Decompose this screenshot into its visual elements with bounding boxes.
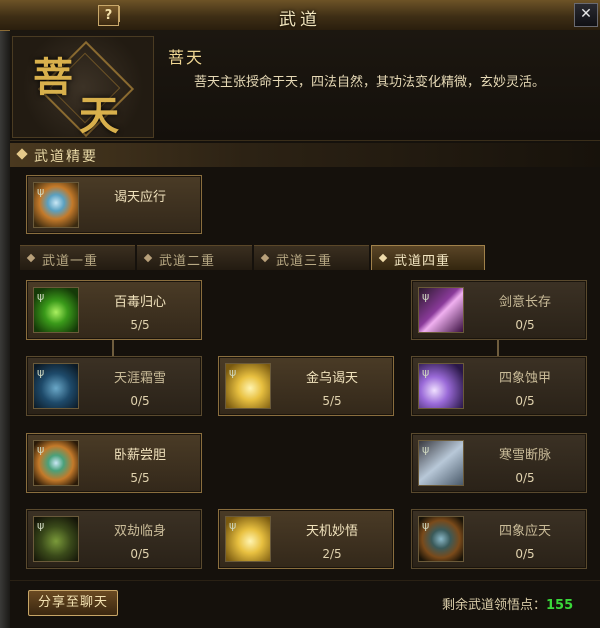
skill-connector: [497, 339, 499, 357]
martial-window: ? 武道 ✕ 菩 天 菩天 菩天主张授命于天，四法自然，其功法变化精微，玄妙灵活…: [0, 0, 600, 628]
tab-tier-2[interactable]: 武道二重: [137, 245, 252, 270]
skill-tianya-shuangxue[interactable]: ψ 天涯霜雪 0/5: [26, 356, 202, 416]
golden-palm-icon: ψ: [225, 363, 271, 409]
footer-divider: [10, 580, 600, 581]
share-to-chat-button[interactable]: 分享至聊天: [28, 590, 118, 616]
window-edge: [0, 0, 10, 628]
golden-palm-icon: ψ: [225, 516, 271, 562]
tier-tabs: 武道一重 武道二重 武道三重 武道四重: [10, 245, 600, 270]
skill-sixiang-yingtian[interactable]: ψ 四象应天 0/5: [411, 509, 587, 569]
skill-name: 天涯霜雪: [113, 371, 166, 386]
tab-tier-3[interactable]: 武道三重: [254, 245, 369, 270]
essential-skill-icon: ψ: [33, 182, 79, 228]
skill-name: 天机妙悟: [305, 524, 358, 539]
close-button[interactable]: ✕: [574, 3, 598, 27]
essential-skill-name: 谒天应行: [113, 190, 166, 205]
radiance-skill-icon: ψ: [418, 363, 464, 409]
four-symbols-icon: ψ: [418, 516, 464, 562]
title-bar: ? 武道 ✕: [0, 0, 600, 31]
remaining-points: 剩余武道领悟点：155: [442, 594, 573, 613]
section-title: 武道精要: [34, 149, 98, 165]
skill-sixiang-shijia[interactable]: ψ 四象蚀甲 0/5: [411, 356, 587, 416]
skill-name: 四象蚀甲: [498, 371, 551, 386]
points-value: 155: [546, 598, 574, 613]
essential-skill[interactable]: ψ 谒天应行: [26, 175, 202, 234]
tab-bullet-icon: [26, 253, 36, 263]
skill-name: 卧薪尝胆: [113, 448, 166, 463]
skill-tianji-miaowu[interactable]: ψ 天机妙悟 2/5: [218, 509, 394, 569]
tab-tier-4[interactable]: 武道四重: [371, 245, 485, 270]
school-name: 菩天: [168, 48, 205, 67]
emblem-char-2: 天: [79, 92, 119, 138]
calamity-skill-icon: ψ: [33, 516, 79, 562]
window-title: 武道: [279, 10, 321, 30]
skill-level: 5/5: [130, 318, 150, 332]
skill-jinwu-yetian[interactable]: ψ 金乌谒天 5/5: [218, 356, 394, 416]
skill-level: 0/5: [130, 547, 150, 561]
emblem-char-1: 菩: [33, 54, 73, 101]
skill-name: 剑意长存: [498, 295, 551, 310]
skill-woxin-changdan[interactable]: ψ 卧薪尝胆 5/5: [26, 433, 202, 493]
skill-level: 0/5: [515, 318, 535, 332]
school-description: 菩天主张授命于天，四法自然，其功法变化精微，玄妙灵活。: [194, 75, 546, 90]
skill-level: 5/5: [130, 471, 150, 485]
poison-skill-icon: ψ: [33, 287, 79, 333]
skill-level: 0/5: [515, 547, 535, 561]
skill-level: 0/5: [515, 394, 535, 408]
ice-strike-icon: ψ: [418, 440, 464, 486]
skill-level: 2/5: [322, 547, 342, 561]
skill-name: 四象应天: [498, 524, 551, 539]
skill-baidu-guixin[interactable]: ψ 百毒归心 5/5: [26, 280, 202, 340]
tab-bullet-icon: [378, 253, 388, 263]
tab-label: 武道二重: [159, 254, 216, 269]
sword-skill-icon: ψ: [418, 287, 464, 333]
points-label: 剩余武道领悟点：: [442, 598, 547, 613]
skill-jianyi-changcun[interactable]: ψ 剑意长存 0/5: [411, 280, 587, 340]
skill-connector: [112, 339, 114, 357]
skill-name: 双劫临身: [113, 524, 166, 539]
skill-level: 0/5: [515, 471, 535, 485]
tab-label: 武道四重: [394, 254, 451, 269]
tab-label: 武道一重: [42, 254, 99, 269]
section-header: 武道精要: [10, 143, 600, 167]
tab-bullet-icon: [260, 253, 270, 263]
skill-level: 5/5: [322, 394, 342, 408]
skill-name: 寒雪断脉: [498, 448, 551, 463]
tab-bullet-icon: [143, 253, 153, 263]
tab-tier-1[interactable]: 武道一重: [20, 245, 135, 270]
meditation-skill-icon: ψ: [33, 440, 79, 486]
skill-name: 金乌谒天: [305, 371, 358, 386]
school-emblem: 菩 天: [12, 36, 154, 138]
section-bullet-icon: [16, 148, 28, 160]
skill-shuangjie-linshen[interactable]: ψ 双劫临身 0/5: [26, 509, 202, 569]
skill-hanxue-duanmai[interactable]: ψ 寒雪断脉 0/5: [411, 433, 587, 493]
skill-level: 0/5: [130, 394, 150, 408]
tab-label: 武道三重: [276, 254, 333, 269]
skill-name: 百毒归心: [113, 295, 166, 310]
frost-skill-icon: ψ: [33, 363, 79, 409]
